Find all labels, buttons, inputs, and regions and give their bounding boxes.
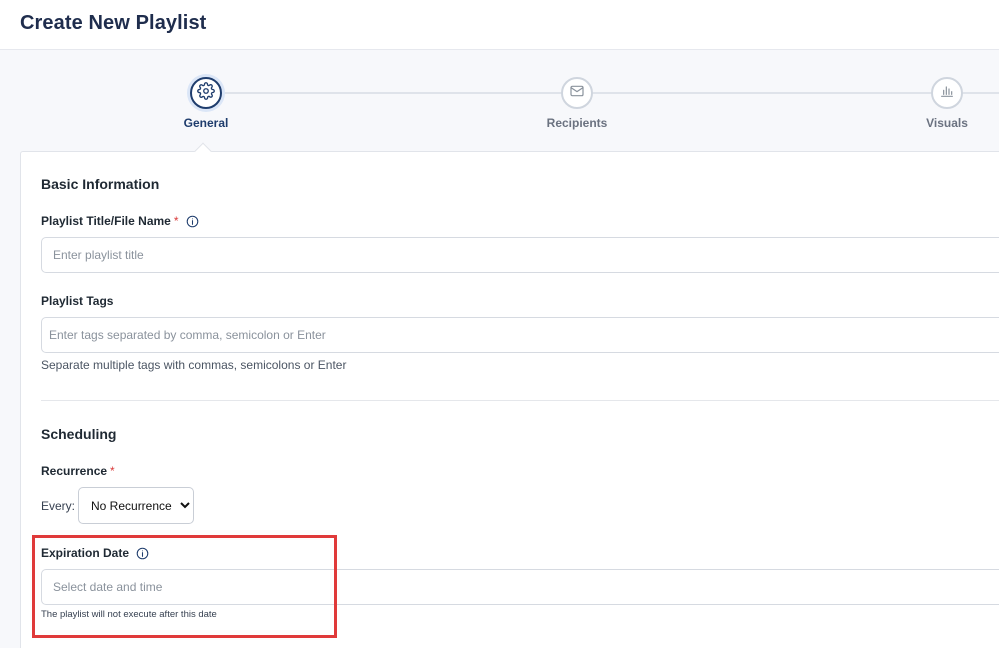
- recurrence-select[interactable]: No Recurrence: [78, 487, 194, 524]
- page-header: Create New Playlist: [0, 0, 999, 50]
- playlist-tags-label: Playlist Tags: [41, 294, 113, 308]
- highlight-box: [32, 535, 337, 638]
- envelope-icon: [569, 83, 585, 104]
- info-icon[interactable]: [186, 215, 199, 228]
- step-general[interactable]: General: [146, 77, 266, 130]
- recurrence-label-text: Recurrence: [41, 464, 108, 478]
- step-visuals[interactable]: Visuals: [887, 77, 999, 130]
- stepper-connector: [592, 92, 932, 94]
- playlist-tags-help: Separate multiple tags with commas, semi…: [41, 358, 347, 372]
- step-recipients-circle: [561, 77, 593, 109]
- required-mark: *: [173, 214, 179, 228]
- section-title-basic-info: Basic Information: [41, 176, 160, 192]
- step-recipients-label: Recipients: [546, 116, 608, 130]
- recurrence-label: Recurrence *: [41, 464, 115, 478]
- page-title: Create New Playlist: [20, 12, 207, 34]
- section-title-scheduling: Scheduling: [41, 426, 117, 442]
- playlist-title-input[interactable]: [41, 237, 999, 273]
- step-recipients[interactable]: Recipients: [517, 77, 637, 130]
- playlist-title-label: Playlist Title/File Name *: [41, 214, 199, 228]
- playlist-tags-label-text: Playlist Tags: [41, 294, 114, 308]
- required-mark: *: [110, 464, 115, 478]
- every-label: Every:: [41, 499, 76, 513]
- gear-icon: [197, 81, 215, 105]
- playlist-tags-input[interactable]: [41, 317, 999, 353]
- step-visuals-circle: [931, 77, 963, 109]
- stepper-connector: [222, 92, 562, 94]
- step-visuals-label: Visuals: [926, 116, 968, 130]
- bar-chart-icon: [939, 83, 955, 104]
- step-general-label: General: [183, 116, 229, 130]
- step-general-circle: [190, 77, 222, 109]
- playlist-title-label-text: Playlist Title/File Name: [41, 214, 171, 228]
- section-divider: [41, 400, 999, 401]
